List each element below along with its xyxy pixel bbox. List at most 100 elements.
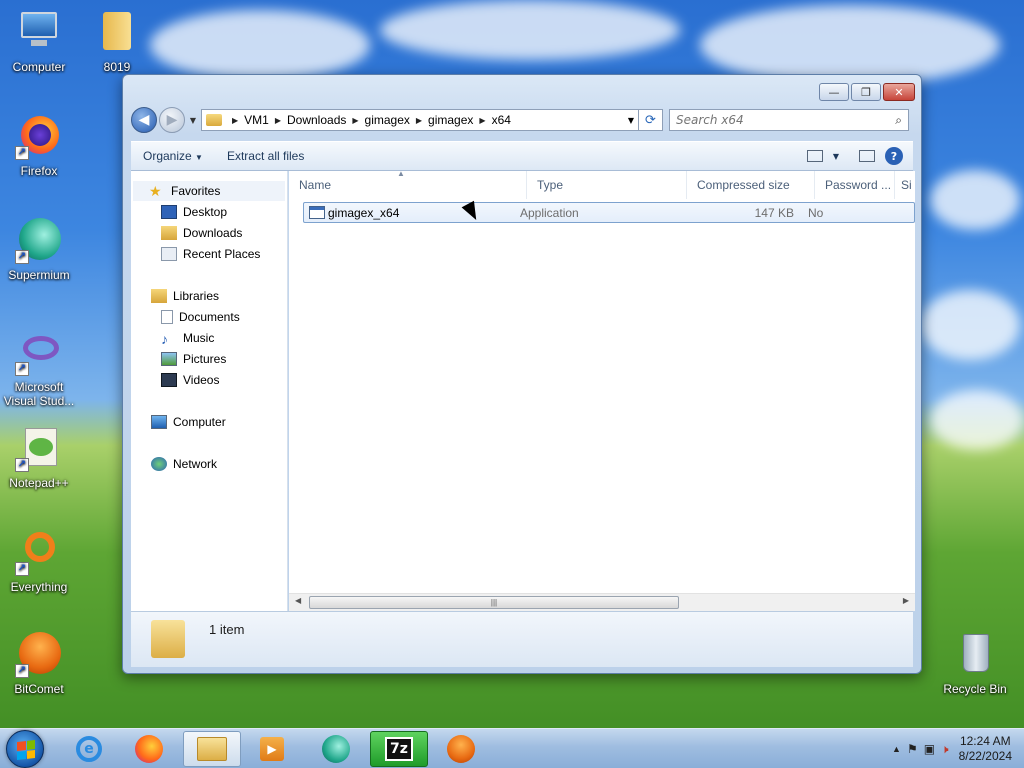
taskbar-explorer[interactable] <box>183 731 241 767</box>
help-icon[interactable]: ? <box>885 147 903 165</box>
view-options-icon[interactable] <box>806 150 823 162</box>
network-status-icon[interactable]: ▣ <box>924 742 935 756</box>
column-type[interactable]: Type <box>527 170 687 199</box>
shortcut-arrow-icon: ↗ <box>15 562 29 576</box>
view-dropdown-icon[interactable]: ▼ <box>833 152 839 161</box>
desktop-icon-label: Recycle Bin <box>943 682 1007 696</box>
taskbar-firefox[interactable] <box>120 731 178 767</box>
firefox-icon <box>135 735 163 763</box>
breadcrumb-chevron-icon[interactable]: ▶ <box>479 116 485 125</box>
nav-desktop[interactable]: Desktop <box>161 202 227 222</box>
nav-label: Downloads <box>183 226 243 240</box>
table-row[interactable]: gimagex_x64 Application 147 KB No <box>303 202 915 223</box>
details-pane: 1 item <box>131 611 913 667</box>
nav-label: Recent Places <box>183 247 261 261</box>
recent-pages-dropdown[interactable]: ▼ <box>187 116 199 125</box>
scroll-right-icon[interactable]: ▶ <box>903 596 909 605</box>
nav-recent-places[interactable]: Recent Places <box>161 244 260 264</box>
desktop-icon-8019[interactable]: 8019 <box>78 8 156 74</box>
desktop-icon-supermium[interactable]: ↗ Supermium <box>0 216 78 282</box>
close-button[interactable]: ✕ <box>883 83 915 101</box>
shortcut-arrow-icon: ↗ <box>15 250 29 264</box>
breadcrumb-vm1[interactable]: VM1 <box>244 113 269 127</box>
search-icon[interactable]: ⌕ <box>895 113 902 128</box>
clock-date: 8/22/2024 <box>958 749 1012 763</box>
nav-videos[interactable]: Videos <box>161 370 219 390</box>
column-name[interactable]: Name ▲ <box>289 169 527 199</box>
nav-computer[interactable]: Computer <box>151 412 226 432</box>
taskbar-supermium[interactable] <box>307 731 365 767</box>
refresh-button[interactable]: ⟳ <box>639 109 663 131</box>
scroll-left-icon[interactable]: ◀ <box>295 596 301 605</box>
nav-label: Videos <box>183 373 220 387</box>
horizontal-scrollbar[interactable]: ◀ ||| ▶ <box>289 593 915 611</box>
taskbar-internet-explorer[interactable]: e <box>60 731 118 767</box>
everything-icon: ↗ <box>15 528 63 576</box>
start-button[interactable] <box>6 730 44 768</box>
action-center-flag-icon[interactable]: ⚑ <box>907 742 918 756</box>
nav-favorites[interactable]: ★ Favorites <box>133 181 285 201</box>
desktop-icon-label: Computer <box>12 60 66 74</box>
organize-button[interactable]: Organize ▼ <box>131 149 215 163</box>
visual-studio-icon: ↗ <box>15 328 63 376</box>
nav-pictures[interactable]: Pictures <box>161 349 226 369</box>
back-button[interactable]: ◀ <box>131 107 157 133</box>
organize-label: Organize <box>143 149 192 163</box>
nav-label: Pictures <box>183 352 227 366</box>
nav-music[interactable]: ♪ Music <box>161 328 214 348</box>
column-size[interactable]: Si <box>895 171 915 199</box>
taskbar-media-player[interactable]: ▶ <box>243 731 301 767</box>
clock[interactable]: 12:24 AM 8/22/2024 <box>959 734 1012 764</box>
supermium-icon <box>322 735 350 763</box>
desktop-icon-computer[interactable]: Computer <box>0 8 78 74</box>
taskbar-7zip[interactable]: 7z <box>370 731 428 767</box>
chevron-down-icon: ▼ <box>195 153 203 162</box>
desktop-icon-notepadpp[interactable]: ↗ Notepad++ <box>0 424 78 490</box>
address-bar[interactable]: ▶ VM1 ▶ Downloads ▶ gimagex ▶ gimagex ▶ … <box>201 109 639 131</box>
nav-libraries[interactable]: Libraries <box>151 286 219 306</box>
taskbar-bitcomet[interactable] <box>432 731 490 767</box>
documents-icon <box>161 310 173 324</box>
downloads-folder-icon <box>161 226 177 240</box>
preview-pane-icon[interactable] <box>859 150 875 162</box>
breadcrumb-chevron-icon[interactable]: ▶ <box>232 116 238 125</box>
desktop-icon-label: Firefox <box>20 164 58 178</box>
libraries-icon <box>151 289 167 303</box>
videos-icon <box>161 373 177 387</box>
internet-explorer-icon: e <box>76 736 102 762</box>
item-count: 1 item <box>209 622 245 637</box>
scroll-thumb[interactable]: ||| <box>309 596 679 609</box>
column-compressed-size[interactable]: Compressed size <box>687 170 815 199</box>
bitcomet-icon <box>447 735 475 763</box>
music-note-icon: ♪ <box>161 331 168 347</box>
breadcrumb-gimagex-sub[interactable]: gimagex <box>428 113 473 127</box>
show-hidden-icons-icon[interactable]: ▲ <box>892 744 901 754</box>
search-box[interactable]: ⌕ <box>669 109 909 131</box>
explorer-window: — ❐ ✕ ◀ ▶ ▼ ▶ VM1 ▶ Downloads ▶ gimagex … <box>122 74 922 674</box>
address-dropdown-icon[interactable]: ▼ <box>624 116 638 125</box>
desktop-icon-visual-studio[interactable]: ↗ Microsoft Visual Stud... <box>0 328 78 408</box>
forward-button[interactable]: ▶ <box>159 107 185 133</box>
volume-muted-icon[interactable]: 🕨 <box>941 742 949 757</box>
column-label: Si <box>901 177 912 192</box>
extract-all-files-button[interactable]: Extract all files <box>215 149 316 163</box>
breadcrumb-chevron-icon[interactable]: ▶ <box>352 116 358 125</box>
breadcrumb-chevron-icon[interactable]: ▶ <box>275 116 281 125</box>
nav-documents[interactable]: Documents <box>161 307 240 327</box>
nav-downloads[interactable]: Downloads <box>161 223 242 243</box>
nav-network[interactable]: Network <box>151 454 217 474</box>
notepadpp-icon: ↗ <box>15 424 63 472</box>
breadcrumb-x64[interactable]: x64 <box>492 113 511 127</box>
desktop-icon-everything[interactable]: ↗ Everything <box>0 528 78 594</box>
desktop-icon-firefox[interactable]: ↗ Firefox <box>0 112 78 178</box>
file-name: gimagex_x64 <box>328 206 400 220</box>
search-input[interactable] <box>676 113 896 127</box>
breadcrumb-gimagex[interactable]: gimagex <box>365 113 410 127</box>
breadcrumb-downloads[interactable]: Downloads <box>287 113 346 127</box>
desktop-icon-bitcomet[interactable]: ↗ BitComet <box>0 630 78 696</box>
maximize-button[interactable]: ❐ <box>851 83 881 101</box>
breadcrumb-chevron-icon[interactable]: ▶ <box>416 116 422 125</box>
column-password[interactable]: Password ... <box>815 170 895 199</box>
minimize-button[interactable]: — <box>819 83 849 101</box>
desktop-icon-recycle-bin[interactable]: Recycle Bin <box>936 630 1014 696</box>
